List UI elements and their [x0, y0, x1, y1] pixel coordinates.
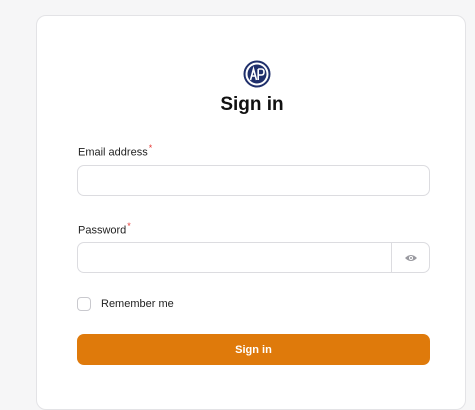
- password-field[interactable]: [78, 243, 392, 272]
- password-label-text: Password: [78, 224, 127, 237]
- password-label: Password*: [78, 221, 131, 237]
- remember-me-row: Remember me: [77, 297, 174, 311]
- password-field-group: [77, 242, 430, 273]
- remember-me-checkbox[interactable]: [77, 297, 91, 311]
- page-title: Sign in: [220, 94, 284, 115]
- required-mark: *: [148, 143, 153, 153]
- required-mark: *: [127, 221, 131, 231]
- remember-me-label[interactable]: Remember me: [101, 298, 174, 310]
- sign-in-card: Sign in Email address* Password* Remembe…: [36, 15, 466, 410]
- ajp-logo-icon: [243, 60, 271, 88]
- sign-in-button[interactable]: Sign in: [77, 334, 430, 365]
- show-password-button[interactable]: [391, 243, 429, 272]
- email-field[interactable]: [77, 165, 430, 196]
- email-label-text: Email address: [78, 146, 148, 159]
- email-label: Email address*: [78, 143, 152, 159]
- eye-icon: [404, 254, 417, 261]
